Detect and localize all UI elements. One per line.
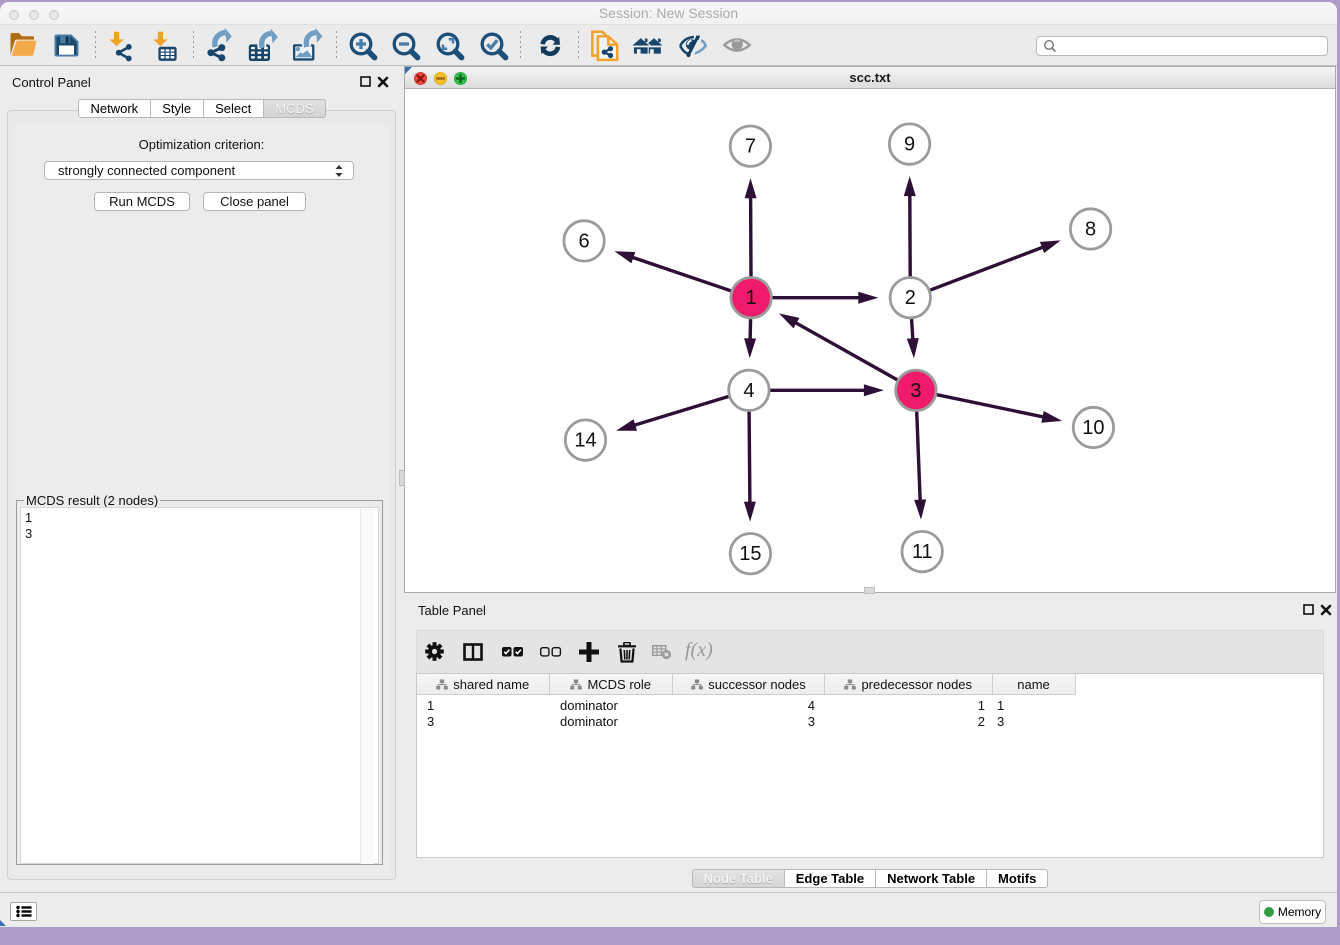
svg-text:14: 14: [574, 430, 596, 452]
svg-text:3: 3: [910, 380, 921, 402]
svg-text:15: 15: [739, 543, 761, 565]
svg-text:10: 10: [1082, 417, 1104, 439]
svg-text:2: 2: [905, 287, 916, 309]
svg-text:9: 9: [904, 134, 915, 156]
svg-text:4: 4: [743, 380, 754, 402]
svg-text:11: 11: [912, 541, 933, 563]
svg-text:6: 6: [579, 230, 590, 252]
svg-text:7: 7: [745, 136, 756, 158]
svg-text:1: 1: [746, 287, 757, 309]
svg-text:8: 8: [1085, 219, 1096, 241]
